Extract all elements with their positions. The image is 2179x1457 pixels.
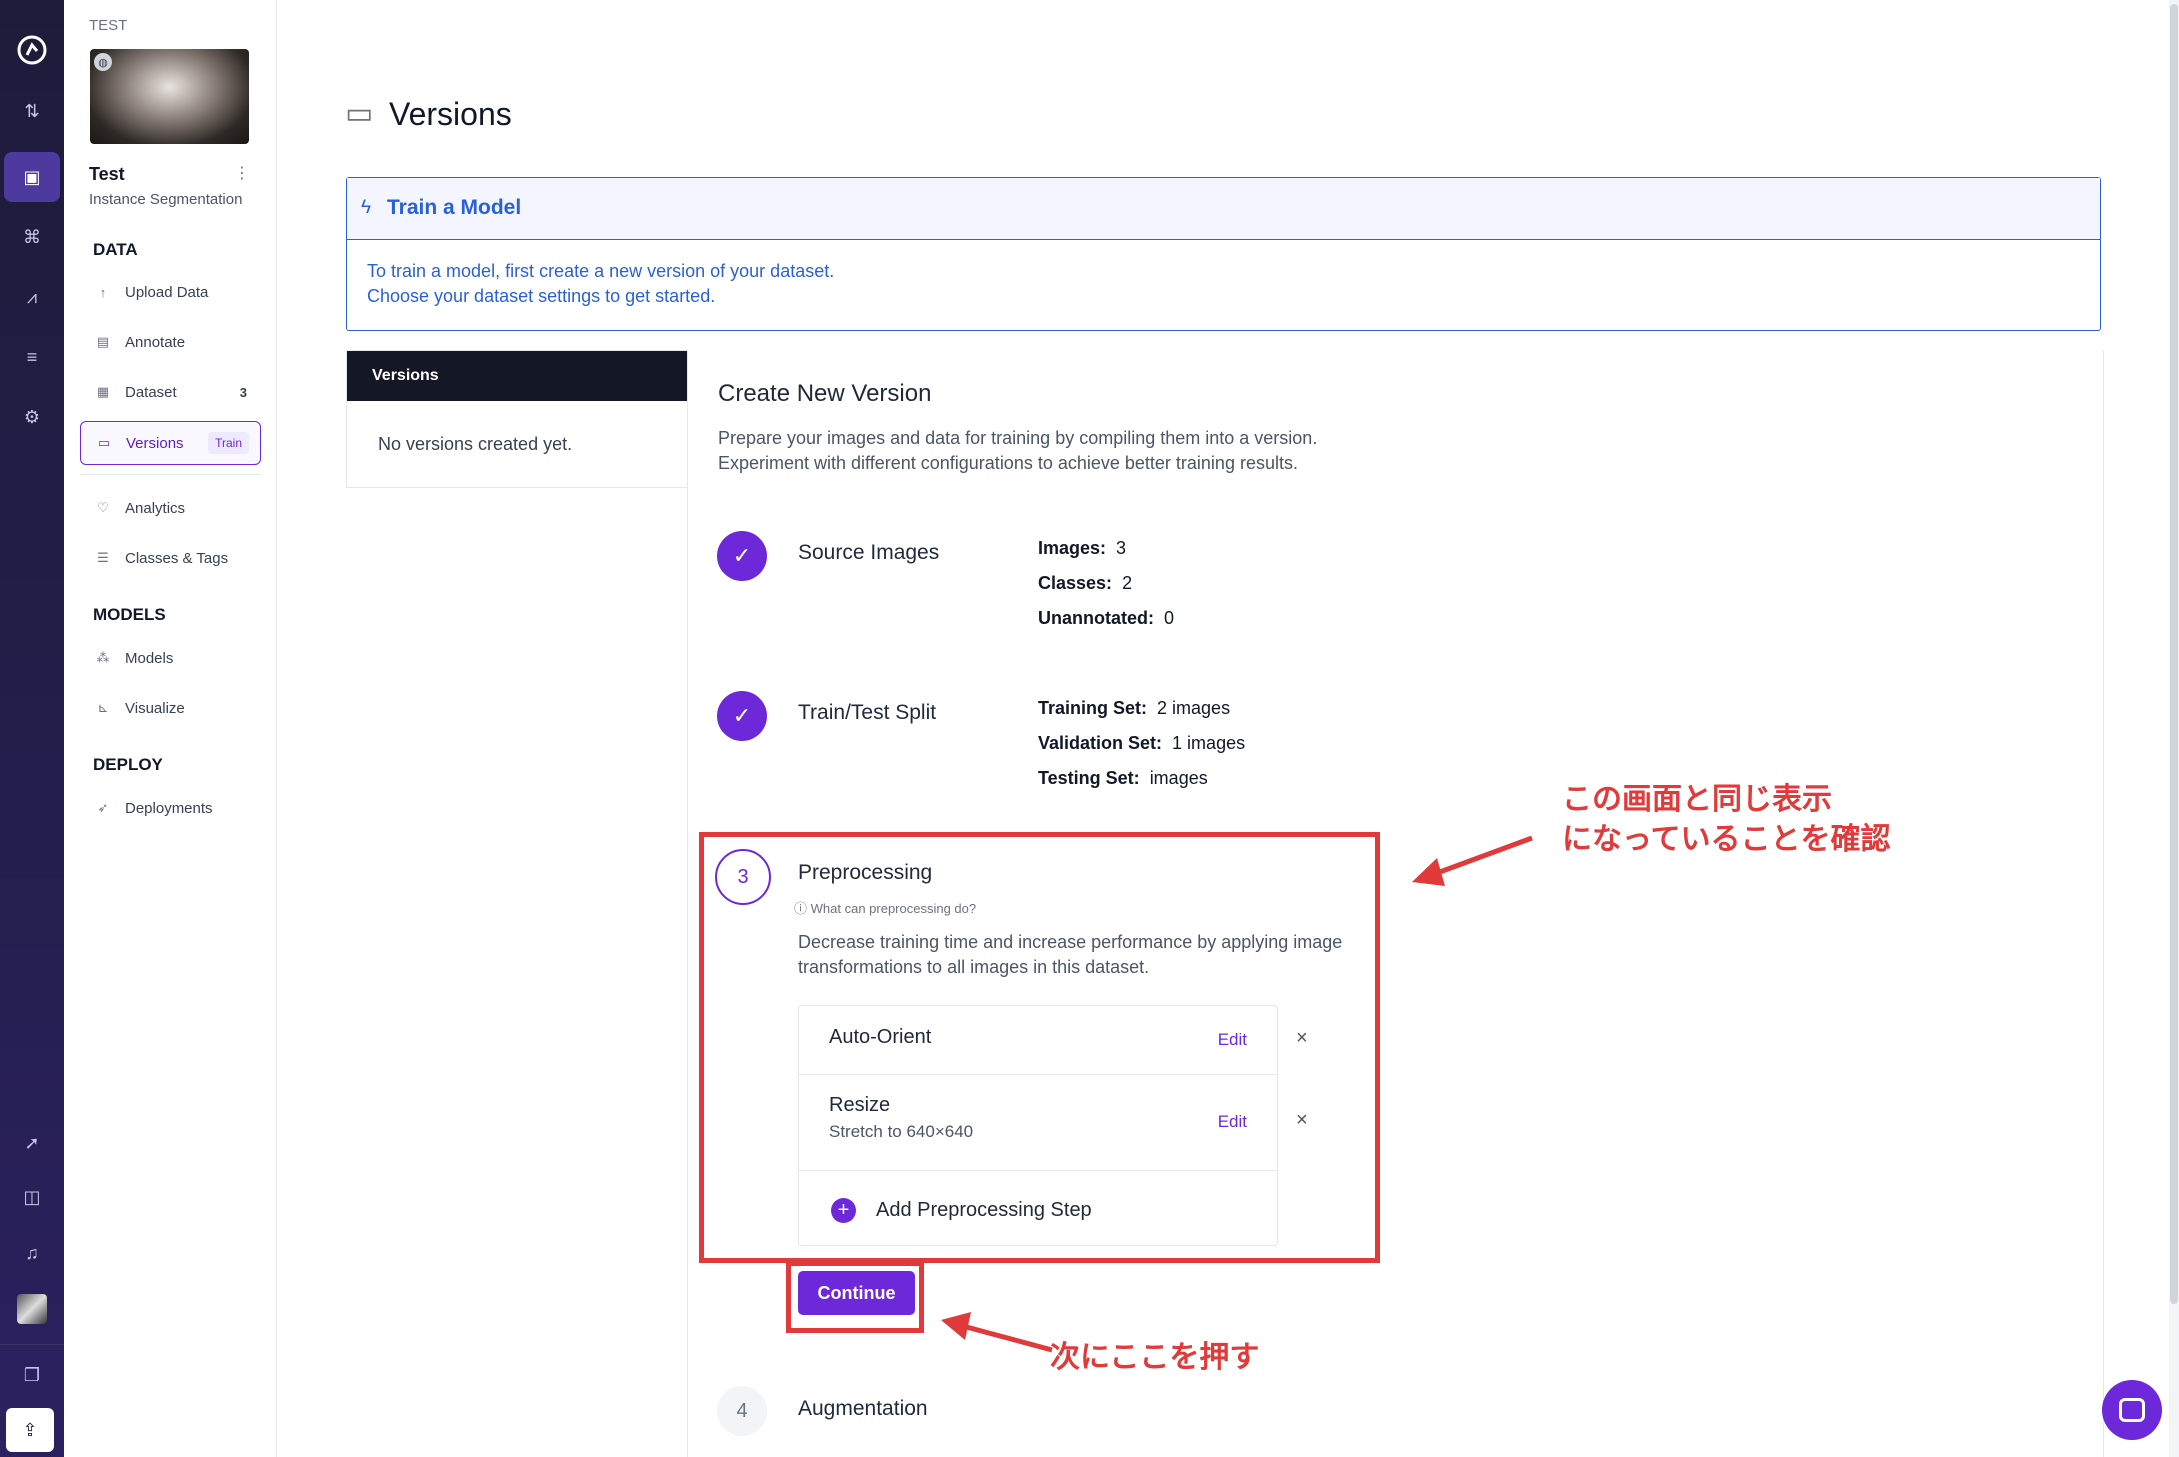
stat-images: Images: 3 <box>1038 538 1127 558</box>
annotation-box-continue <box>786 1261 924 1333</box>
banner-title: Train a Model <box>387 196 522 219</box>
create-panel-border-right <box>2103 350 2104 1457</box>
section-models: MODELS <box>93 605 166 624</box>
divider <box>80 474 261 475</box>
sidebar-item-analytics[interactable]: ♡ Analytics <box>80 487 261 529</box>
project-name: Test <box>89 164 125 184</box>
sidebar-item-dataset[interactable]: ▦ Dataset 3 <box>80 371 261 413</box>
create-desc2: Experiment with different configurations… <box>718 453 1298 473</box>
annotation-box-preprocessing <box>699 832 1380 1263</box>
swap-icon[interactable]: ⇅ <box>4 86 60 136</box>
app-rail: ⇅ ▣ ⌘ ⩘ ≡ ⚙ ➚ ◫ ♫ ❐ ⇪ <box>0 0 64 1457</box>
annotation-note-2: 次にここを押す <box>1050 1341 1260 1374</box>
versions-panel-header: Versions <box>347 351 687 401</box>
book-icon[interactable]: ◫ <box>4 1172 60 1222</box>
dataset-count: 3 <box>239 384 247 400</box>
stat-classes: Classes: 2 <box>1038 573 1133 593</box>
stat-unannotated: Unannotated: 0 <box>1038 608 1175 628</box>
versions-empty: No versions created yet. <box>378 434 573 454</box>
rail-divider <box>0 1344 64 1345</box>
upload-icon[interactable]: ⇪ <box>6 1408 54 1452</box>
create-panel-border <box>687 350 688 1457</box>
main-content: ▭ Versions ϟ Train a Model To train a mo… <box>277 0 2179 1457</box>
banner-line2: Choose your dataset settings to get star… <box>367 286 716 306</box>
arrow-up-icon: ↑ <box>99 284 107 300</box>
stat-valid: Validation Set: 1 images <box>1038 733 1246 753</box>
section-data: DATA <box>93 240 138 259</box>
stack-icon[interactable]: ≡ <box>4 332 60 382</box>
image-icon: ▤ <box>96 334 110 349</box>
annotation-arrow-1 <box>1412 835 1533 886</box>
project-thumbnail[interactable]: ◍ <box>90 49 249 144</box>
sidebar-item-visualize[interactable]: ⊾ Visualize <box>80 687 261 729</box>
train-badge: Train <box>208 432 249 454</box>
sidebar-item-classes[interactable]: ☰ Classes & Tags <box>80 537 261 579</box>
project-sidebar: TEST ◍ Test ⋮ Instance Segmentation DATA… <box>64 0 277 1457</box>
sidebar-item-models[interactable]: ⁂ Models <box>80 637 261 679</box>
versions-panel: Versions No versions created yet. <box>346 350 688 488</box>
section-deploy: DEPLOY <box>93 755 163 774</box>
folder-icon: ▭ <box>97 435 111 450</box>
augmentation-title: Augmentation <box>798 1397 928 1420</box>
create-desc1: Prepare your images and data for trainin… <box>718 428 1318 448</box>
annotation-note-1: この画面と同じ表示 になっていることを確認 <box>1562 783 1891 856</box>
globe-icon: ◍ <box>94 53 112 71</box>
rocket-icon: ➶ <box>97 800 109 815</box>
gallery-icon: ▦ <box>96 384 110 399</box>
bar-chart-icon: ⊾ <box>97 700 109 715</box>
sidebar-item-annotate[interactable]: ▤ Annotate <box>80 321 261 363</box>
stat-test: Testing Set: images <box>1038 768 1208 788</box>
heart-icon: ♡ <box>97 500 109 515</box>
bolt-icon: ϟ <box>361 197 372 218</box>
inbox-icon[interactable]: ▣ <box>4 152 60 202</box>
chat-icon[interactable] <box>2102 1380 2162 1440</box>
nodes-icon: ⁂ <box>96 650 110 665</box>
stat-train: Training Set: 2 images <box>1038 698 1231 718</box>
avatar[interactable] <box>4 1284 60 1334</box>
docs-icon[interactable]: ❐ <box>4 1350 60 1400</box>
step-number-4: 4 <box>717 1386 767 1436</box>
sidebar-item-deployments[interactable]: ➶ Deployments <box>80 787 261 829</box>
train-banner: ϟ Train a Model To train a model, first … <box>346 177 2101 331</box>
project-heading: TEST <box>89 17 128 34</box>
annotation-arrow-2 <box>941 1312 1053 1353</box>
list-icon: ☰ <box>97 550 109 565</box>
create-title: Create New Version <box>718 380 932 407</box>
sidebar-item-versions[interactable]: ▭ Versions Train <box>80 421 261 465</box>
scrollbar[interactable] <box>2169 0 2179 1457</box>
source-title: Source Images <box>798 541 940 564</box>
more-icon[interactable]: ⋮ <box>234 163 250 183</box>
bell-icon[interactable]: ♫ <box>4 1228 60 1278</box>
project-type: Instance Segmentation <box>89 191 243 208</box>
workflow-icon[interactable]: ⌘ <box>4 212 60 262</box>
check-icon: ✓ <box>717 691 767 741</box>
split-title: Train/Test Split <box>798 701 937 724</box>
chart-icon[interactable]: ⩘ <box>4 272 60 322</box>
check-icon: ✓ <box>717 531 767 581</box>
banner-line1: To train a model, first create a new ver… <box>367 261 835 281</box>
folder-icon: ▭ <box>345 97 374 130</box>
roboflow-logo-icon[interactable] <box>4 25 60 75</box>
rocket-icon[interactable]: ➚ <box>4 1118 60 1168</box>
sidebar-item-upload[interactable]: ↑ Upload Data <box>80 271 261 313</box>
page-title: Versions <box>389 96 512 132</box>
gear-icon[interactable]: ⚙ <box>4 392 60 442</box>
